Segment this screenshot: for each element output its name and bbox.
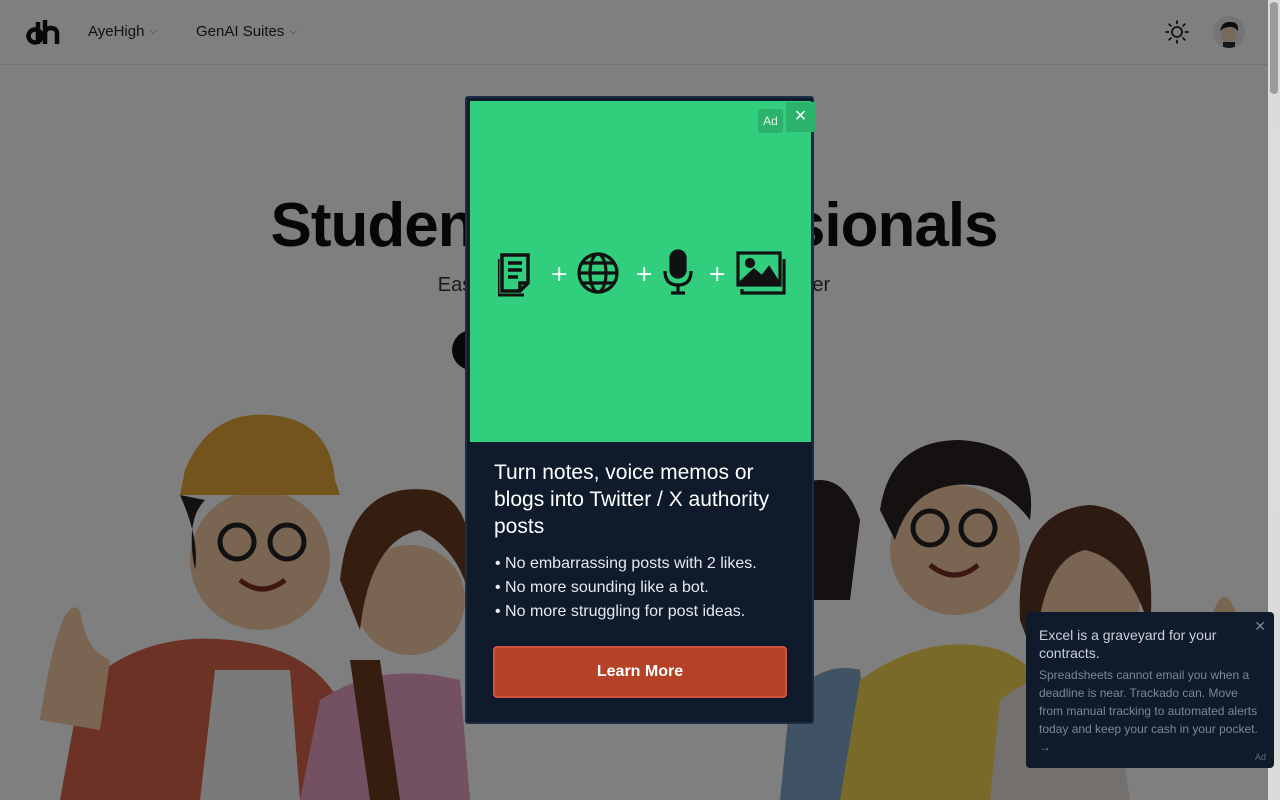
ad-modal[interactable]: Ad × + + + Turn notes, voice memos or bl…: [465, 96, 815, 724]
learn-more-button[interactable]: Learn More: [493, 646, 787, 698]
globe-icon: [577, 252, 619, 294]
image-icon: [736, 251, 786, 295]
close-icon[interactable]: ✕: [1254, 618, 1266, 635]
ad-badge: Ad: [758, 109, 783, 133]
plus-sign: +: [550, 262, 568, 287]
ad-bullet: • No more struggling for post ideas.: [495, 603, 746, 620]
side-ad-card[interactable]: ✕ Excel is a graveyard for your contract…: [1026, 612, 1274, 768]
plus-sign: +: [635, 262, 653, 287]
document-icon: [498, 253, 530, 297]
scrollbar-thumb[interactable]: [1270, 2, 1278, 94]
ad-image[interactable]: Ad × + + +: [470, 101, 815, 442]
ad-bullet: • No embarrassing posts with 2 likes.: [495, 555, 757, 572]
ad-bullet-list: • No embarrassing posts with 2 likes. • …: [495, 552, 795, 624]
plus-sign: +: [708, 262, 726, 287]
ad-headline: Turn notes, voice memos or blogs into Tw…: [494, 461, 770, 538]
ad-icons-row: + + +: [498, 249, 786, 297]
side-ad-title[interactable]: Excel is a graveyard for your contracts.: [1039, 626, 1248, 662]
ad-close-button[interactable]: ×: [786, 102, 815, 132]
side-ad-tag: Ad: [1254, 752, 1266, 762]
ad-bullet: • No more sounding like a bot.: [495, 579, 709, 596]
microphone-icon: [663, 249, 693, 295]
side-ad-body[interactable]: Spreadsheets cannot email you when a dea…: [1039, 666, 1262, 756]
